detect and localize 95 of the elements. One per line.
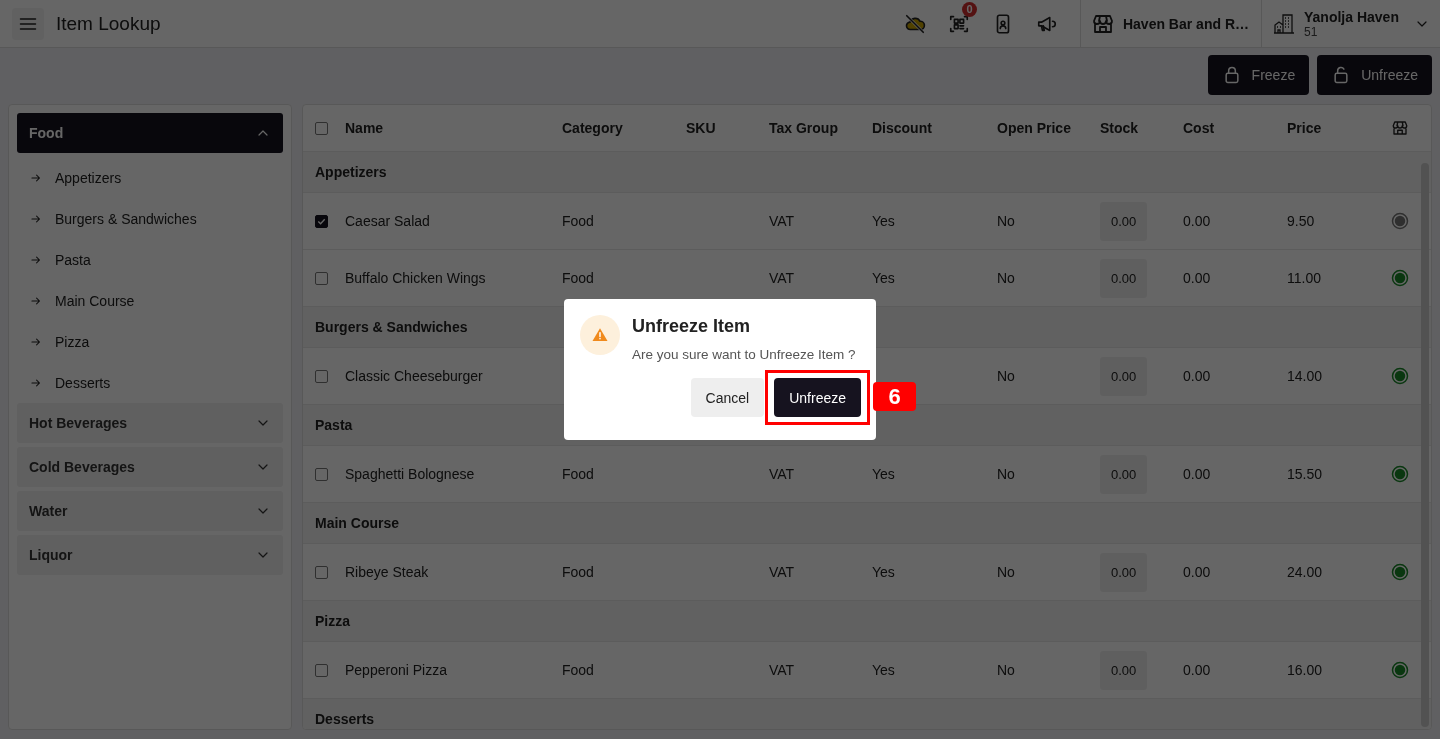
- stock-field[interactable]: 0.00: [1100, 552, 1148, 592]
- table-cell: Yes: [872, 270, 895, 286]
- subcategory-item[interactable]: Appetizers: [17, 157, 283, 198]
- store-selector[interactable]: Haven Bar and R…: [1080, 0, 1261, 48]
- notification-badge: 0: [961, 1, 977, 17]
- table-cell: Food: [562, 213, 594, 229]
- column-header: Name: [345, 120, 384, 136]
- group-label: Pizza: [315, 613, 350, 629]
- group-label: Desserts: [315, 711, 375, 727]
- table-cell: No: [997, 270, 1015, 286]
- table-cell: Spaghetti Bolognese: [345, 466, 475, 482]
- stock-field[interactable]: 0.00: [1100, 454, 1148, 494]
- row-checkbox[interactable]: [315, 663, 328, 677]
- warning-icon: [591, 326, 609, 344]
- table-cell: Pepperoni Pizza: [345, 662, 447, 678]
- column-header: Category: [562, 120, 623, 136]
- building-icon: [1272, 11, 1296, 36]
- table-cell: No: [997, 213, 1015, 229]
- table-cell: 0.00: [1183, 368, 1211, 384]
- table-cell: 9.50: [1287, 213, 1315, 229]
- table-cell: 0.00: [1183, 564, 1211, 580]
- table-cell: Buffalo Chicken Wings: [345, 270, 486, 286]
- group-label: Burgers & Sandwiches: [315, 319, 468, 335]
- cloud-icon: [903, 12, 926, 35]
- account-selector[interactable]: Yanolja Haven 51: [1262, 0, 1440, 48]
- table-cell: VAT: [769, 213, 795, 229]
- action-button[interactable]: Unfreeze: [1317, 55, 1432, 95]
- page-title: Item Lookup: [56, 12, 162, 35]
- category-header[interactable]: Hot Beverages: [17, 403, 283, 443]
- stock-field[interactable]: 0.00: [1100, 650, 1148, 690]
- category-header[interactable]: Liquor: [17, 535, 283, 575]
- store-icon: [1391, 119, 1409, 137]
- table-cell: No: [997, 466, 1015, 482]
- qr-scan-button[interactable]: 0: [936, 0, 981, 48]
- table-cell: Caesar Salad: [345, 213, 430, 229]
- table-cell: Food: [562, 564, 594, 580]
- category-header[interactable]: Food: [17, 113, 283, 153]
- table-cell: VAT: [769, 270, 795, 286]
- table-cell: No: [997, 564, 1015, 580]
- menu-button[interactable]: [12, 7, 44, 40]
- stock-field[interactable]: 0.00: [1100, 356, 1148, 396]
- table-cell: Classic Cheeseburger: [345, 368, 483, 384]
- table-cell: Ribeye Steak: [345, 564, 429, 580]
- table-cell: 0.00: [1183, 213, 1211, 229]
- column-header: Discount: [872, 120, 932, 136]
- table-cell: 0.00: [1183, 466, 1211, 482]
- stock-field[interactable]: 0.00: [1100, 258, 1148, 298]
- subcategory-item[interactable]: Burgers & Sandwiches: [17, 198, 283, 239]
- table-cell: Food: [562, 270, 594, 286]
- table-cell: 14.00: [1287, 368, 1323, 384]
- column-header: SKU: [686, 120, 716, 136]
- row-checkbox[interactable]: [315, 271, 328, 285]
- category-header[interactable]: Water: [17, 491, 283, 531]
- table-cell: Food: [562, 662, 594, 678]
- row-checkbox[interactable]: [315, 369, 328, 383]
- row-checkbox[interactable]: [315, 467, 328, 481]
- cancel-button[interactable]: Cancel: [690, 378, 765, 417]
- column-header: Tax Group: [769, 120, 838, 136]
- group-label: Main Course: [315, 515, 399, 531]
- step-marker: 6: [873, 382, 917, 411]
- table-cell: No: [997, 662, 1015, 678]
- subcategory-item[interactable]: Pizza: [17, 321, 283, 362]
- dialog-message: Are you sure want to Unfreeze Item ?: [632, 347, 857, 362]
- column-header: Open Price: [997, 120, 1071, 136]
- dialog-title: Unfreeze Item: [632, 316, 752, 337]
- table-cell: 16.00: [1287, 662, 1323, 678]
- confirm-button[interactable]: Unfreeze: [774, 378, 861, 417]
- table-cell: No: [997, 368, 1015, 384]
- subcategory-item[interactable]: Main Course: [17, 280, 283, 321]
- subcategory-item[interactable]: Pasta: [17, 239, 283, 280]
- table-cell: VAT: [769, 466, 795, 482]
- table-cell: Food: [562, 466, 594, 482]
- column-header: Cost: [1183, 120, 1215, 136]
- select-all-checkbox[interactable]: [315, 121, 328, 135]
- column-header: Price: [1287, 120, 1322, 136]
- table-cell: 15.50: [1287, 466, 1323, 482]
- table-cell: 0.00: [1183, 270, 1211, 286]
- table-cell: Yes: [872, 662, 895, 678]
- table-cell: Yes: [872, 213, 895, 229]
- table-cell: VAT: [769, 564, 795, 580]
- table-cell: 24.00: [1287, 564, 1323, 580]
- table-cell: Yes: [872, 564, 895, 580]
- stock-field[interactable]: 0.00: [1100, 201, 1148, 241]
- group-label: Pasta: [315, 417, 353, 433]
- subcategory-item[interactable]: Desserts: [17, 362, 283, 403]
- group-label: Appetizers: [315, 164, 387, 180]
- category-header[interactable]: Cold Beverages: [17, 447, 283, 487]
- row-checkbox[interactable]: [315, 214, 328, 228]
- table-cell: Yes: [872, 466, 895, 482]
- row-checkbox[interactable]: [315, 565, 328, 579]
- action-button[interactable]: Freeze: [1207, 55, 1310, 95]
- table-cell: VAT: [769, 662, 795, 678]
- column-header: Stock: [1100, 120, 1139, 136]
- table-cell: 0.00: [1183, 662, 1211, 678]
- table-cell: 11.00: [1287, 270, 1321, 286]
